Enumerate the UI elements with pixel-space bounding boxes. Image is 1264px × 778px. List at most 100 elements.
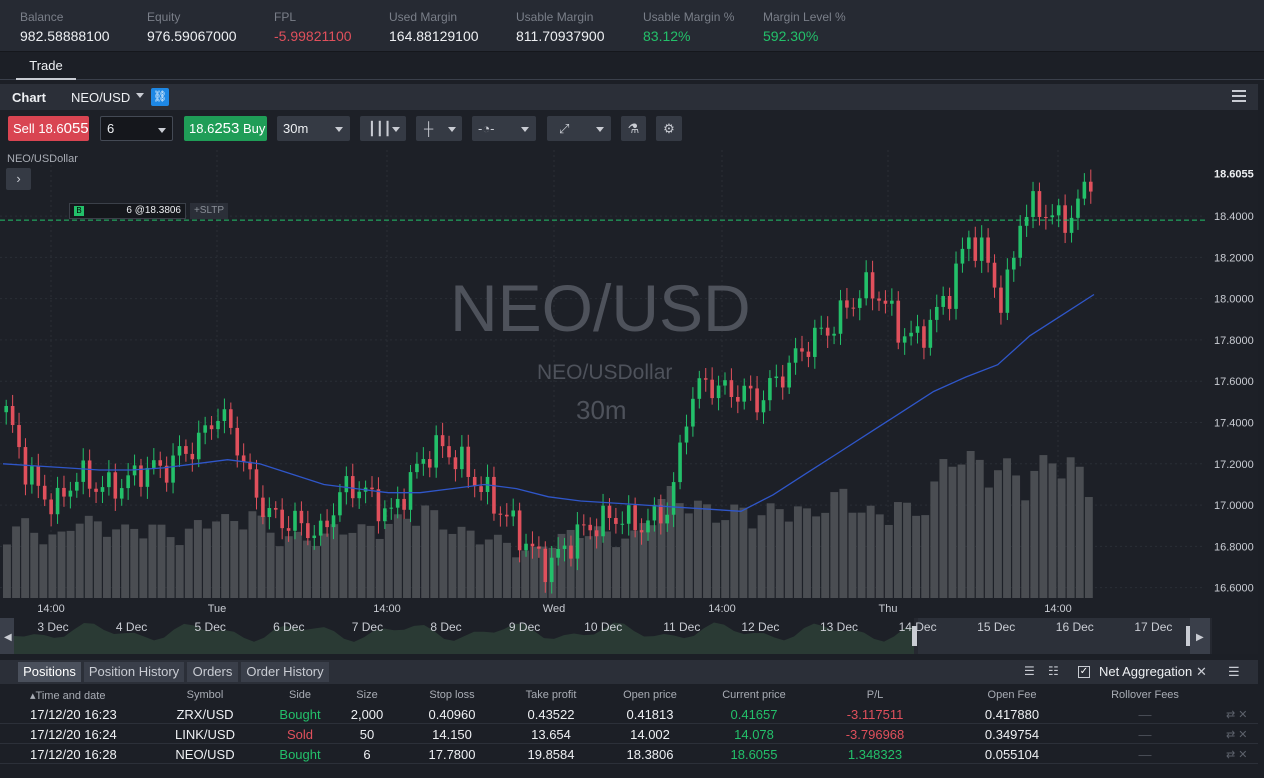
stat-value: 164.88129100 [389, 28, 479, 44]
y-tick-label: 17.6000 [1214, 376, 1254, 388]
close-icon[interactable]: ✕ [1196, 664, 1207, 680]
column-header[interactable]: Rollover Fees [1111, 689, 1179, 701]
column-header[interactable]: Symbol [187, 689, 224, 701]
indicators-button[interactable]: ⚗ [621, 116, 646, 141]
y-tick-label: 17.4000 [1214, 418, 1254, 430]
sltp-button[interactable]: +SLTP [190, 203, 228, 219]
chevron-right-icon: › [16, 171, 21, 186]
candle-body [825, 327, 830, 336]
candle-body [947, 296, 952, 309]
column-header[interactable]: Size [356, 689, 377, 701]
buy-button[interactable]: 18.6253 Buy [184, 116, 267, 141]
chevron-down-icon[interactable] [448, 127, 456, 132]
column-header[interactable]: Open price [623, 689, 677, 701]
close-position-icon[interactable]: ⇄ ✕ [1226, 708, 1248, 721]
column-header[interactable]: Current price [722, 689, 786, 701]
volume-bar [603, 531, 611, 598]
hamburger-menu-icon[interactable]: ☰ [1228, 664, 1240, 680]
navigator-date-label: 11 Dec [663, 620, 700, 634]
chevron-down-icon[interactable] [158, 128, 166, 133]
cell-symbol: NEO/USD [175, 747, 235, 762]
net-aggregation-checkbox[interactable]: ✓ [1078, 666, 1090, 678]
close-position-icon[interactable]: ⇄ ✕ [1226, 748, 1248, 761]
volume-bar [430, 510, 439, 598]
cell-side: Bought [279, 747, 321, 762]
volume-bar [1075, 466, 1084, 598]
timeframe-select[interactable]: 30m [277, 116, 350, 141]
candle-body [575, 524, 580, 559]
buy-badge: B [74, 206, 84, 216]
navigator-date-label: 4 Dec [116, 620, 147, 634]
candlestick-icon: ┃┃┃ [368, 121, 392, 136]
tab-orders[interactable]: Orders [187, 662, 238, 682]
table-row[interactable]: 17/12/20 16:24 LINK/USD Sold 50 14.150 13.654… [0, 724, 1258, 744]
tab-trade[interactable]: Trade [16, 58, 76, 80]
chevron-down-icon[interactable] [596, 127, 604, 132]
buy-price-pips: 253 [214, 120, 240, 137]
cell-pl: -3.117511 [846, 707, 904, 722]
volume-bar [321, 533, 330, 598]
account-summary-bar: Balance 982.58888100 Equity 976.59067000 F… [0, 0, 1264, 52]
x-tick-label: Wed [543, 603, 565, 615]
candle-body [723, 380, 727, 386]
column-header[interactable]: ▴Time and date [30, 689, 105, 702]
volume-bar [1084, 497, 1093, 598]
volume-bar [684, 513, 693, 598]
volume-bar [466, 530, 475, 598]
expand-legend-button[interactable]: › [6, 168, 31, 190]
candle-body [1050, 215, 1055, 218]
columns-icon[interactable]: ☷ [1048, 664, 1059, 678]
time-navigator[interactable]: ◀ ▶ 3 Dec 4 Dec 5 Dec 6 Dec 7 Dec 8 Dec 9 Dec 10 … [0, 618, 1212, 654]
column-header[interactable]: P/L [867, 689, 884, 701]
chevron-down-icon[interactable] [521, 127, 529, 132]
volume-bar [721, 520, 730, 598]
navigator-date-label: 7 Dec [352, 620, 383, 634]
workspace-tabs: Trade [0, 52, 1264, 80]
column-header[interactable]: Stop loss [429, 689, 474, 701]
candle-body [395, 498, 400, 508]
volume-bar [1021, 500, 1030, 598]
tab-positions[interactable]: Positions [18, 662, 81, 682]
column-header[interactable]: Side [289, 689, 311, 701]
sell-button[interactable]: Sell 18.6055 [8, 116, 89, 141]
table-row[interactable]: 17/12/20 16:28 NEO/USD Bought 6 17.7800 19.85… [0, 744, 1258, 764]
candle-body [524, 543, 528, 551]
volume-bar [784, 521, 793, 598]
quantity-input[interactable]: 6 [100, 116, 173, 141]
open-order-tag[interactable]: B 6 @18.3806 [69, 203, 186, 219]
chevron-down-icon[interactable] [392, 127, 400, 132]
candle-body [196, 432, 201, 460]
tab-order-history[interactable]: Order History [241, 662, 329, 682]
volume-bar [403, 518, 411, 598]
table-row[interactable]: 17/12/20 16:23 ZRX/USD Bought 2,000 0.40960 0… [0, 704, 1258, 724]
y-tick-label: 18.2000 [1214, 252, 1254, 264]
candle-body [870, 272, 875, 299]
column-header[interactable]: Open Fee [988, 689, 1037, 701]
drawing-style-button[interactable]: -◔- [472, 116, 536, 141]
volume-bar [1066, 457, 1075, 598]
close-position-icon[interactable]: ⇄ ✕ [1226, 728, 1248, 741]
sort-icon[interactable]: ☰ [1024, 664, 1035, 678]
candle-body [119, 488, 124, 499]
volume-bar [439, 529, 448, 598]
candle-body [986, 237, 990, 263]
volume-bar [475, 544, 484, 598]
candle-body [1063, 205, 1067, 233]
crosshair-button[interactable]: ┼ [416, 116, 462, 141]
trendline-button[interactable]: ⤢ [547, 116, 611, 141]
settings-button[interactable]: ⚙ [656, 116, 682, 141]
candle-body [466, 446, 471, 477]
candle-body [113, 472, 118, 499]
candle-body [1037, 191, 1042, 217]
y-tick-label: 16.6000 [1214, 583, 1254, 595]
candle-body [357, 491, 361, 499]
column-header[interactable]: Take profit [526, 689, 577, 701]
chevron-down-icon[interactable] [335, 127, 343, 132]
cell-tp: 0.43522 [527, 707, 575, 722]
candle-body [620, 523, 625, 525]
tab-position-history[interactable]: Position History [84, 662, 184, 682]
cell-open: 0.41813 [626, 707, 674, 722]
candle-body [902, 336, 907, 343]
candle-body [55, 487, 60, 515]
chart-type-button[interactable]: ┃┃┃ [360, 116, 406, 141]
